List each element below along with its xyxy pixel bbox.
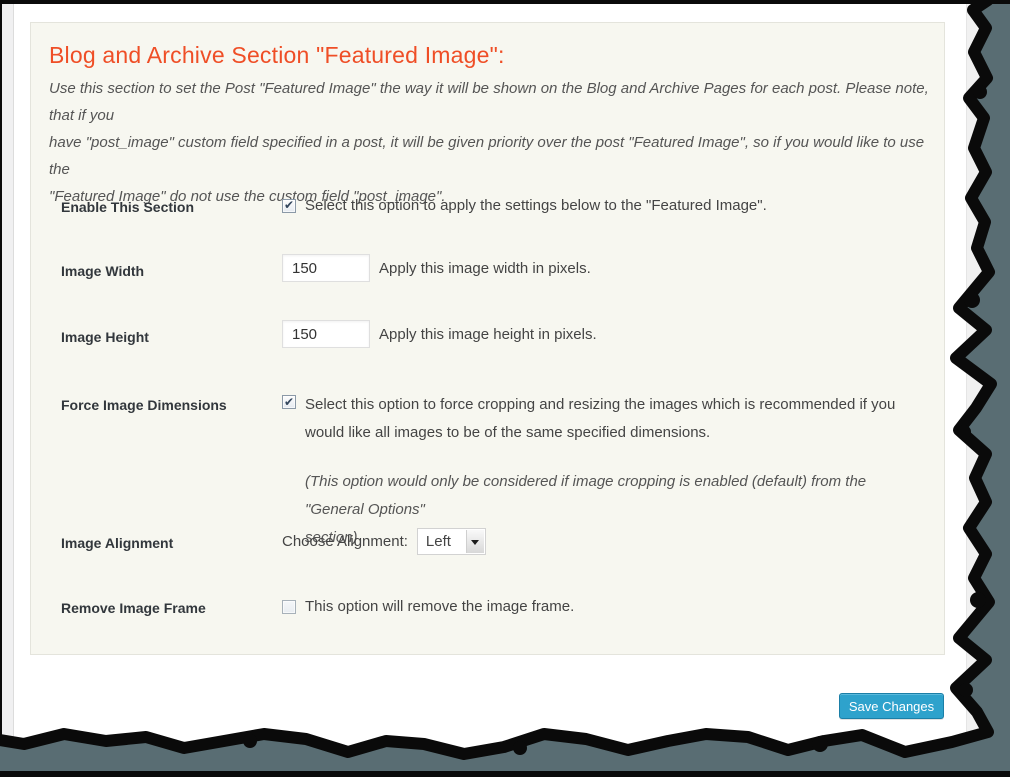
remove-frame-checkbox[interactable]: ✔ (282, 600, 296, 614)
check-mark-icon: ✔ (284, 199, 294, 211)
image-alignment-select[interactable]: Left (417, 528, 486, 555)
row-enable-this-section: Enable This Section ✔ Select this option… (61, 197, 926, 214)
image-height-description: Apply this image height in pixels. (379, 326, 597, 343)
choose-alignment-label: Choose Alignment: (282, 533, 408, 550)
section-title: Blog and Archive Section "Featured Image… (49, 42, 505, 69)
row-image-alignment: Image Alignment Choose Alignment: Left (61, 528, 926, 555)
force-dimensions-checkbox[interactable]: ✔ (282, 395, 296, 409)
chevron-down-icon (471, 540, 479, 549)
force-dimensions-description: Select this option to force cropping and… (305, 391, 895, 447)
right-gutter (966, 0, 1010, 777)
row-image-width: Image Width Apply this image width in pi… (61, 254, 926, 282)
intro-line: have "post_image" custom field specified… (49, 129, 939, 183)
field-label-remove-image-frame: Remove Image Frame (61, 598, 276, 618)
check-mark-icon: ✔ (284, 396, 294, 408)
left-gutter (0, 0, 14, 748)
enable-section-description: Select this option to apply the settings… (305, 197, 767, 214)
intro-line: Use this section to set the Post "Featur… (49, 75, 939, 129)
image-width-description: Apply this image width in pixels. (379, 260, 591, 277)
field-label-image-height: Image Height (61, 327, 276, 347)
image-alignment-selected-value: Left (418, 533, 451, 550)
field-label-image-alignment: Image Alignment (61, 533, 276, 553)
row-remove-image-frame: Remove Image Frame ✔ This option will re… (61, 598, 926, 615)
field-label-force-image-dimensions: Force Image Dimensions (61, 395, 276, 415)
select-dropdown-button[interactable] (466, 530, 484, 553)
image-height-input[interactable] (282, 320, 370, 348)
settings-panel: Blog and Archive Section "Featured Image… (30, 22, 945, 655)
row-image-height: Image Height Apply this image height in … (61, 320, 926, 348)
enable-section-checkbox[interactable]: ✔ (282, 199, 296, 213)
field-label-enable-this-section: Enable This Section (61, 197, 276, 217)
section-intro: Use this section to set the Post "Featur… (49, 75, 939, 210)
field-label-image-width: Image Width (61, 261, 276, 281)
remove-frame-description: This option will remove the image frame. (305, 598, 574, 615)
image-width-input[interactable] (282, 254, 370, 282)
save-changes-button[interactable]: Save Changes (839, 693, 944, 719)
